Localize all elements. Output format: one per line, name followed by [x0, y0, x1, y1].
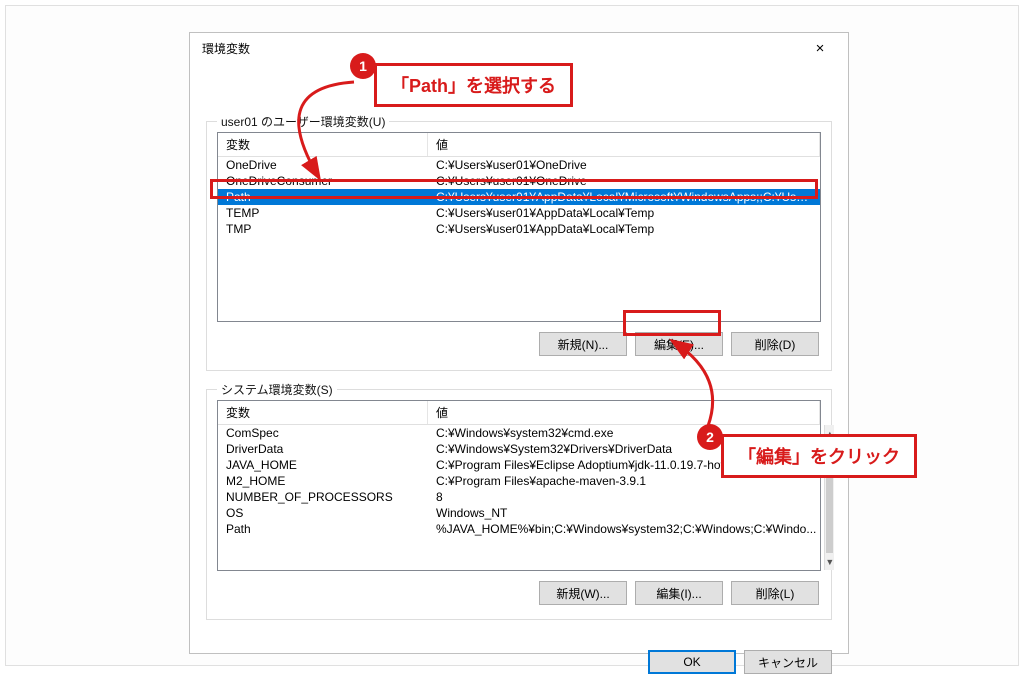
var-value-cell: C:¥Users¥user01¥OneDrive: [428, 157, 820, 173]
dialog-title: 環境変数: [202, 40, 800, 57]
col-variable-header[interactable]: 変数: [218, 133, 428, 156]
var-name-cell: DriverData: [218, 441, 428, 457]
dialog-footer: OK キャンセル: [190, 636, 848, 684]
var-value-cell: %JAVA_HOME%¥bin;C:¥Windows¥system32;C:¥W…: [428, 521, 824, 537]
var-name-cell: M2_HOME: [218, 473, 428, 489]
var-name-cell: Path: [218, 189, 428, 205]
close-icon: ×: [816, 40, 825, 57]
table-row[interactable]: OneDriveC:¥Users¥user01¥OneDrive: [218, 157, 820, 173]
env-vars-dialog: 環境変数 × user01 のユーザー環境変数(U) 変数 値 OneDrive…: [189, 32, 849, 654]
close-button[interactable]: ×: [800, 34, 840, 62]
var-value-cell: Windows_NT: [428, 505, 824, 521]
table-row[interactable]: Path%JAVA_HOME%¥bin;C:¥Windows¥system32;…: [218, 521, 824, 537]
scroll-up-icon[interactable]: ▲: [825, 425, 834, 442]
system-edit-button[interactable]: 編集(I)...: [635, 581, 723, 605]
titlebar: 環境変数 ×: [190, 33, 848, 63]
var-value-cell: C:¥Windows¥system32¥cmd.exe: [428, 425, 824, 441]
table-row[interactable]: ComSpecC:¥Windows¥system32¥cmd.exe: [218, 425, 824, 441]
table-row[interactable]: DriverDataC:¥Windows¥System32¥Drivers¥Dr…: [218, 441, 824, 457]
dialog-content: user01 のユーザー環境変数(U) 変数 値 OneDriveC:¥User…: [190, 63, 848, 636]
system-env-group: システム環境変数(S) 変数 値 ComSpecC:¥Windows¥syste…: [206, 389, 832, 620]
var-value-cell: C:¥Users¥user01¥AppData¥Local¥Temp: [428, 205, 820, 221]
var-name-cell: NUMBER_OF_PROCESSORS: [218, 489, 428, 505]
var-value-cell: C:¥Users¥user01¥AppData¥Local¥Microsoft¥…: [428, 189, 820, 205]
table-row[interactable]: OSWindows_NT: [218, 505, 824, 521]
var-name-cell: OS: [218, 505, 428, 521]
user-vars-list[interactable]: 変数 値 OneDriveC:¥Users¥user01¥OneDriveOne…: [217, 132, 821, 322]
system-delete-button[interactable]: 削除(L): [731, 581, 819, 605]
col-variable-header[interactable]: 変数: [218, 401, 428, 424]
var-value-cell: C:¥Program Files¥apache-maven-3.9.1: [428, 473, 824, 489]
var-value-cell: C:¥Users¥user01¥OneDrive: [428, 173, 820, 189]
scroll-thumb[interactable]: [826, 442, 833, 553]
var-value-cell: C:¥Users¥user01¥AppData¥Local¥Temp: [428, 221, 820, 237]
system-list-body[interactable]: ComSpecC:¥Windows¥system32¥cmd.exeDriver…: [218, 425, 824, 570]
var-value-cell: C:¥Program Files¥Eclipse Adoptium¥jdk-11…: [428, 457, 824, 473]
outer-frame: 環境変数 × user01 のユーザー環境変数(U) 変数 値 OneDrive…: [5, 5, 1019, 666]
table-row[interactable]: PathC:¥Users¥user01¥AppData¥Local¥Micros…: [218, 189, 820, 205]
system-vars-list[interactable]: 変数 値 ComSpecC:¥Windows¥system32¥cmd.exeD…: [217, 400, 821, 571]
user-env-group: user01 のユーザー環境変数(U) 変数 値 OneDriveC:¥User…: [206, 121, 832, 371]
var-name-cell: Path: [218, 521, 428, 537]
var-name-cell: OneDrive: [218, 157, 428, 173]
system-new-button[interactable]: 新規(W)...: [539, 581, 627, 605]
var-name-cell: TEMP: [218, 205, 428, 221]
var-value-cell: C:¥Windows¥System32¥Drivers¥DriverData: [428, 441, 824, 457]
system-group-label: システム環境変数(S): [217, 381, 337, 398]
list-header: 変数 値: [218, 401, 820, 425]
table-row[interactable]: M2_HOMEC:¥Program Files¥apache-maven-3.9…: [218, 473, 824, 489]
var-value-cell: 8: [428, 489, 824, 505]
user-group-label: user01 のユーザー環境変数(U): [217, 113, 389, 130]
table-row[interactable]: NUMBER_OF_PROCESSORS8: [218, 489, 824, 505]
var-name-cell: JAVA_HOME: [218, 457, 428, 473]
scroll-down-icon[interactable]: ▼: [825, 553, 834, 570]
var-name-cell: OneDriveConsumer: [218, 173, 428, 189]
table-row[interactable]: JAVA_HOMEC:¥Program Files¥Eclipse Adopti…: [218, 457, 824, 473]
table-row[interactable]: TMPC:¥Users¥user01¥AppData¥Local¥Temp: [218, 221, 820, 237]
system-button-row: 新規(W)... 編集(I)... 削除(L): [217, 571, 821, 609]
user-delete-button[interactable]: 削除(D): [731, 332, 819, 356]
user-list-body[interactable]: OneDriveC:¥Users¥user01¥OneDriveOneDrive…: [218, 157, 820, 321]
scrollbar[interactable]: ▲ ▼: [824, 425, 834, 570]
ok-button[interactable]: OK: [648, 650, 736, 674]
col-value-header[interactable]: 値: [428, 133, 820, 156]
col-value-header[interactable]: 値: [428, 401, 820, 424]
table-row[interactable]: TEMPC:¥Users¥user01¥AppData¥Local¥Temp: [218, 205, 820, 221]
var-name-cell: TMP: [218, 221, 428, 237]
var-name-cell: ComSpec: [218, 425, 428, 441]
list-header: 変数 値: [218, 133, 820, 157]
user-button-row: 新規(N)... 編集(E)... 削除(D): [217, 322, 821, 360]
user-edit-button[interactable]: 編集(E)...: [635, 332, 723, 356]
user-new-button[interactable]: 新規(N)...: [539, 332, 627, 356]
table-row[interactable]: OneDriveConsumerC:¥Users¥user01¥OneDrive: [218, 173, 820, 189]
cancel-button[interactable]: キャンセル: [744, 650, 832, 674]
